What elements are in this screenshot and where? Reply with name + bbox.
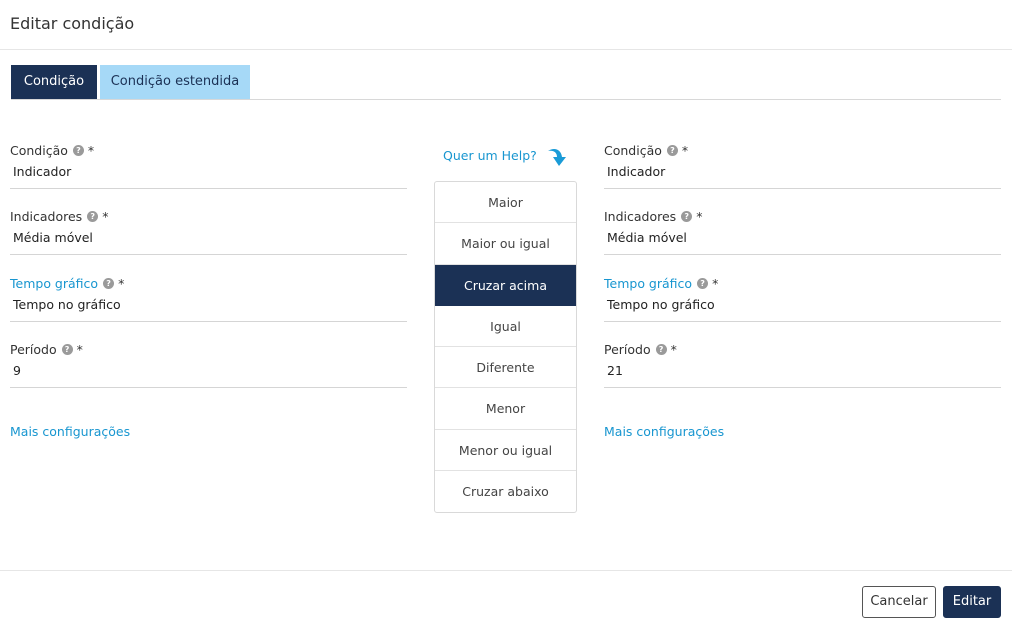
required-marker: * <box>76 342 83 357</box>
right-indicadores-value[interactable]: Média móvel <box>607 230 687 245</box>
help-icon[interactable]: ? <box>697 278 709 289</box>
left-tempo-value[interactable]: Tempo no gráfico <box>13 297 121 312</box>
left-tempo-label[interactable]: Tempo gráfico <box>10 276 98 291</box>
required-marker: * <box>696 209 703 224</box>
help-link[interactable]: Quer um Help? <box>443 148 537 163</box>
required-marker: * <box>670 342 677 357</box>
right-periodo-label: Período <box>604 342 651 357</box>
left-indicadores-label: Indicadores <box>10 209 83 224</box>
modal-title: Editar condição <box>10 14 135 33</box>
required-marker: * <box>87 143 95 158</box>
cancel-button[interactable]: Cancelar <box>862 586 936 618</box>
right-tempo-field[interactable]: Tempo gráfico ? * Tempo no gráfico <box>604 276 1001 322</box>
left-indicadores-field[interactable]: Indicadores ? * Média móvel <box>10 209 407 255</box>
help-icon[interactable]: ? <box>666 145 678 156</box>
left-indicadores-value[interactable]: Média móvel <box>13 230 93 245</box>
operator-maior-ou-igual[interactable]: Maior ou igual <box>435 223 576 265</box>
left-more-settings-link[interactable]: Mais configurações <box>10 424 130 439</box>
left-periodo-label: Período <box>10 342 57 357</box>
modal-footer: Cancelar Editar <box>0 570 1012 628</box>
tab-condicao[interactable]: Condição <box>11 65 97 99</box>
required-marker: * <box>681 143 689 158</box>
edit-button[interactable]: Editar <box>943 586 1001 618</box>
required-marker: * <box>712 276 719 291</box>
left-condicao-field[interactable]: Condição ? * Indicador <box>10 143 407 189</box>
operator-cruzar-abaixo[interactable]: Cruzar abaixo <box>435 471 576 512</box>
help-icon[interactable]: ? <box>103 278 115 289</box>
left-periodo-field[interactable]: Período ? * 9 <box>10 342 407 388</box>
modal-header: Editar condição <box>0 0 1012 50</box>
left-condicao-label: Condição <box>10 143 68 158</box>
left-periodo-value[interactable]: 9 <box>13 363 21 378</box>
right-periodo-field[interactable]: Período ? * 21 <box>604 342 1001 388</box>
arrow-down-icon[interactable] <box>545 145 569 169</box>
right-indicadores-field[interactable]: Indicadores ? * Média móvel <box>604 209 1001 255</box>
right-periodo-value[interactable]: 21 <box>607 363 623 378</box>
right-condicao-label: Condição <box>604 143 662 158</box>
help-icon[interactable]: ? <box>681 211 693 222</box>
help-icon[interactable]: ? <box>72 145 84 156</box>
operator-menor-ou-igual[interactable]: Menor ou igual <box>435 430 576 472</box>
right-tempo-value[interactable]: Tempo no gráfico <box>607 297 715 312</box>
operator-menor[interactable]: Menor <box>435 388 576 430</box>
right-condicao-field[interactable]: Condição ? * Indicador <box>604 143 1001 189</box>
operator-diferente[interactable]: Diferente <box>435 347 576 389</box>
required-marker: * <box>118 276 125 291</box>
tab-bar: Condição Condição estendida <box>11 65 1001 100</box>
right-indicadores-label: Indicadores <box>604 209 677 224</box>
operator-cruzar-acima[interactable]: Cruzar acima <box>435 264 576 306</box>
tab-condicao-estendida[interactable]: Condição estendida <box>100 65 250 99</box>
right-tempo-label[interactable]: Tempo gráfico <box>604 276 692 291</box>
required-marker: * <box>102 209 109 224</box>
right-condicao-value[interactable]: Indicador <box>607 164 665 179</box>
right-more-settings-link[interactable]: Mais configurações <box>604 424 724 439</box>
operator-maior[interactable]: Maior <box>435 182 576 224</box>
left-condicao-value[interactable]: Indicador <box>13 164 71 179</box>
help-icon[interactable]: ? <box>61 344 73 355</box>
help-icon[interactable]: ? <box>655 344 667 355</box>
operator-igual[interactable]: Igual <box>435 306 576 348</box>
left-tempo-field[interactable]: Tempo gráfico ? * Tempo no gráfico <box>10 276 407 322</box>
operator-list: Maior Maior ou igual Cruzar acima Igual … <box>434 181 577 513</box>
help-icon[interactable]: ? <box>87 211 99 222</box>
